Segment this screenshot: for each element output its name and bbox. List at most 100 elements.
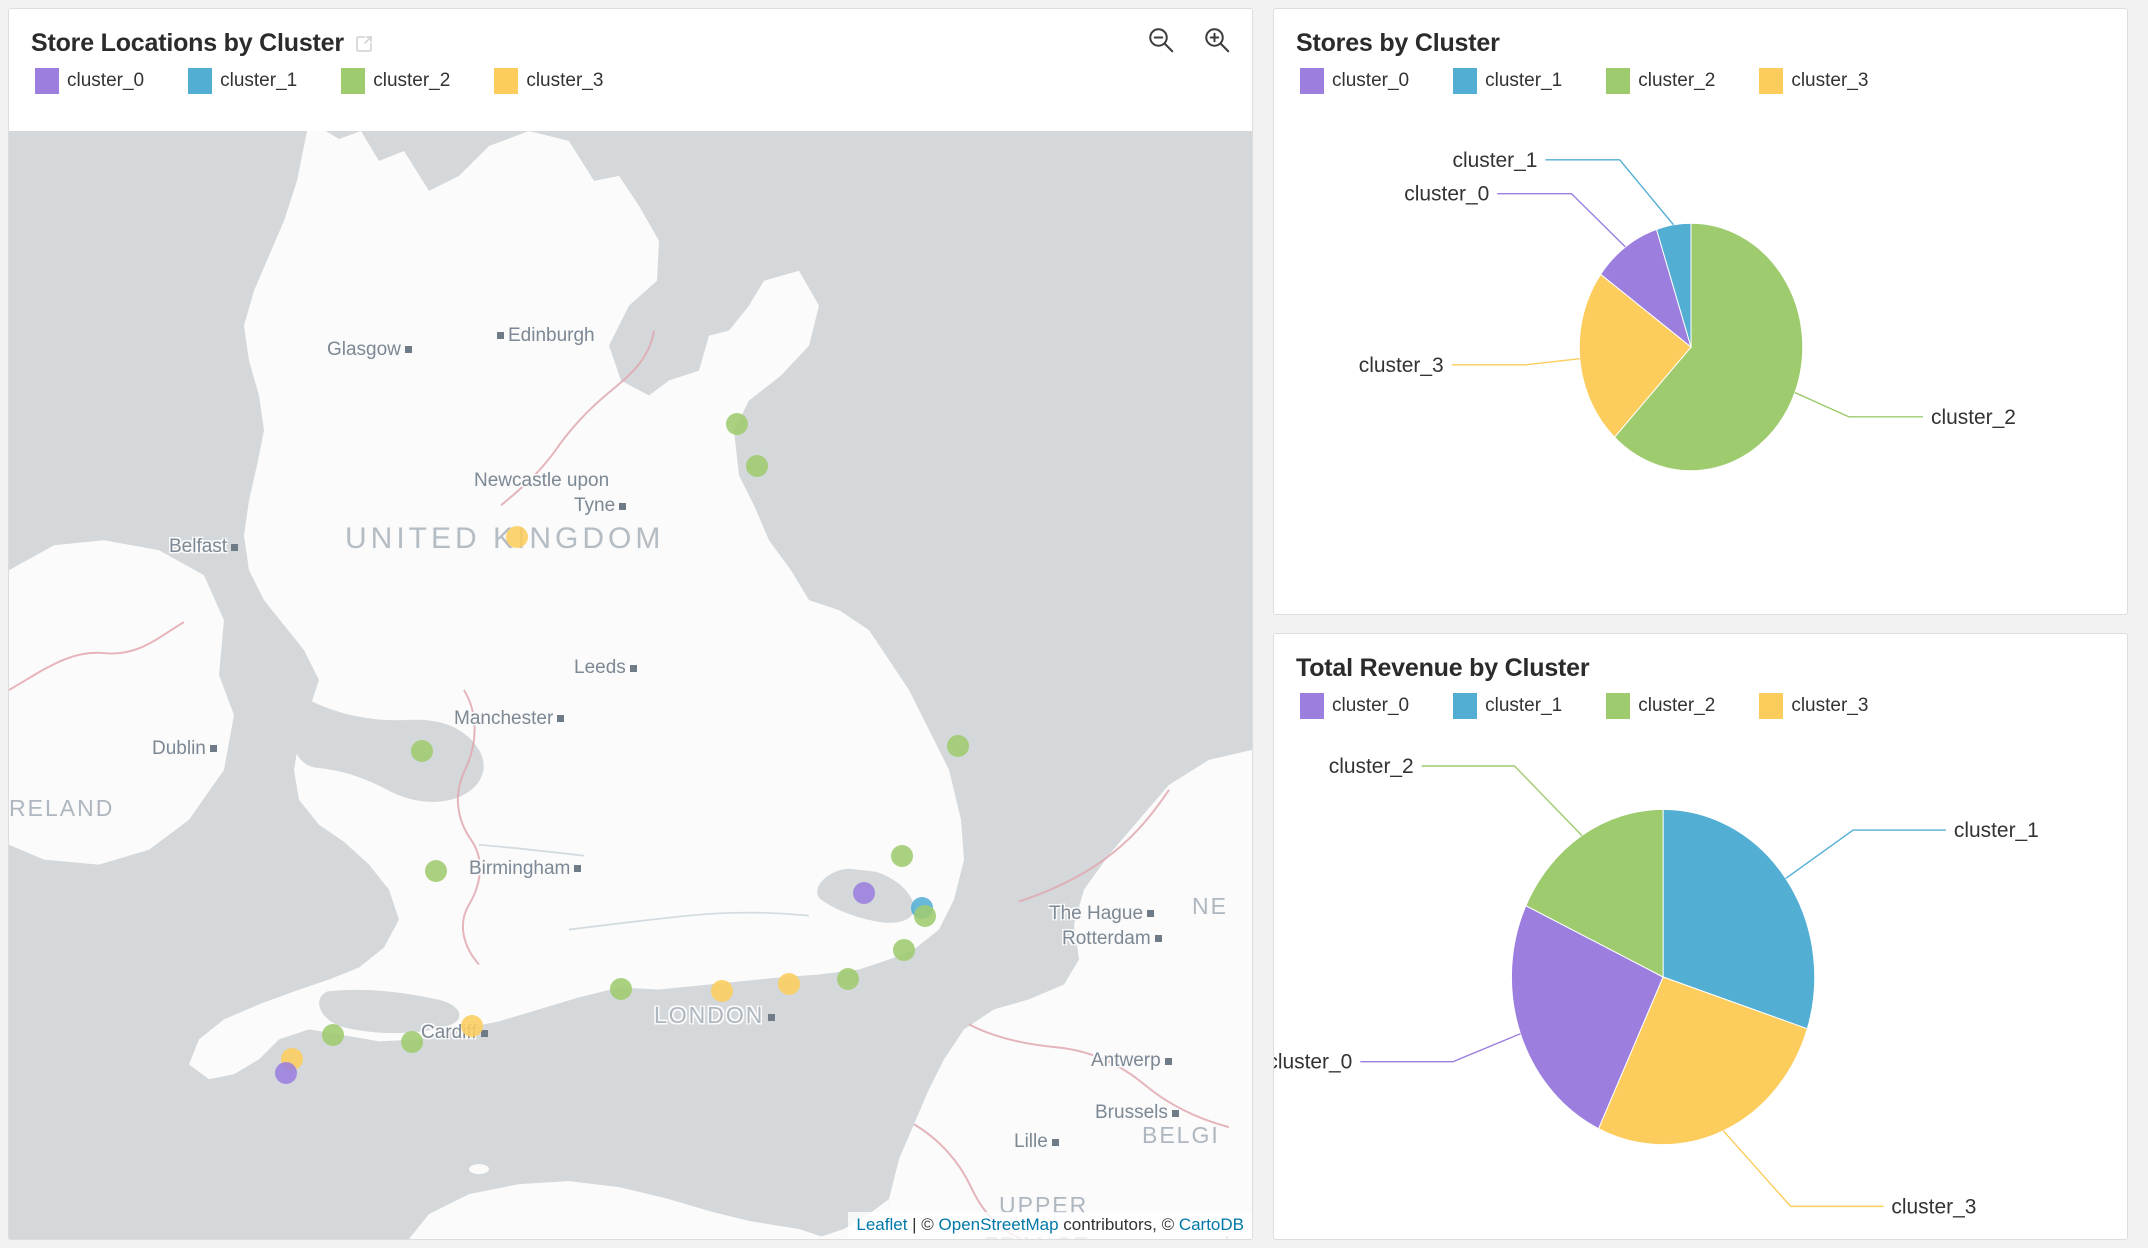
legend-label: cluster_2 bbox=[1638, 695, 1716, 716]
pie-slice-label-cluster_3: cluster_3 bbox=[1891, 1195, 1976, 1218]
stores-pie-chart[interactable]: cluster_2 cluster_3 cluster_0 cluster_1 bbox=[1274, 94, 2127, 614]
map-legend: cluster_0 cluster_1 cluster_2 cluster_3 bbox=[9, 58, 1252, 94]
zoom-out-icon[interactable] bbox=[1146, 25, 1176, 55]
store-marker-cluster_2[interactable] bbox=[746, 455, 768, 478]
legend-swatch-cluster_3 bbox=[1759, 68, 1784, 94]
store-marker-cluster_2[interactable] bbox=[726, 413, 748, 436]
legend-swatch-cluster_0 bbox=[1300, 68, 1324, 94]
revenue-pie-chart[interactable]: cluster_1 cluster_3 cluster_0 cluster_2 bbox=[1274, 719, 2127, 1239]
legend-label: cluster_3 bbox=[526, 70, 604, 91]
stores-panel-title: Stores by Cluster bbox=[1296, 29, 1500, 57]
pie-slice-label-cluster_2: cluster_2 bbox=[1329, 755, 1414, 778]
pie-slice-label-cluster_1: cluster_1 bbox=[1452, 149, 1537, 172]
store-locations-map-panel: Store Locations by Cluster cluster_0 clu… bbox=[8, 8, 1253, 1240]
legend-label: cluster_1 bbox=[1485, 70, 1563, 91]
pie-leader-line-cluster_2 bbox=[1794, 391, 1924, 418]
store-marker-cluster_2[interactable] bbox=[322, 1024, 344, 1047]
pie-leader-line-cluster_3 bbox=[1451, 357, 1580, 366]
pie-slice-label-cluster_1: cluster_1 bbox=[1954, 819, 2039, 842]
stores-panel-header: Stores by Cluster cluster_0 cluster_1 clus… bbox=[1274, 9, 2127, 94]
store-marker-cluster_3[interactable] bbox=[711, 980, 733, 1003]
map-legend-item-cluster_0[interactable]: cluster_0 bbox=[35, 68, 144, 94]
store-marker-cluster_2[interactable] bbox=[837, 968, 859, 991]
openstreetmap-link[interactable]: OpenStreetMap bbox=[939, 1215, 1059, 1234]
store-marker-cluster_3[interactable] bbox=[461, 1015, 483, 1038]
copyright-1: © bbox=[921, 1215, 939, 1234]
store-marker-cluster_2[interactable] bbox=[947, 734, 969, 757]
copyright-2: © bbox=[1161, 1215, 1179, 1234]
pie-leader-line-cluster_2 bbox=[1421, 765, 1583, 836]
legend-swatch-cluster_0 bbox=[1300, 693, 1324, 719]
store-marker-cluster_2[interactable] bbox=[401, 1031, 423, 1054]
store-marker-cluster_2[interactable] bbox=[891, 844, 913, 867]
store-marker-cluster_0[interactable] bbox=[853, 881, 875, 904]
charts-column: Stores by Cluster cluster_0 cluster_1 clus… bbox=[1273, 8, 2128, 1240]
legend-label: cluster_2 bbox=[1638, 70, 1716, 91]
store-marker-cluster_3[interactable] bbox=[506, 526, 528, 549]
map-legend-item-cluster_3[interactable]: cluster_3 bbox=[494, 68, 603, 94]
store-marker-cluster_0[interactable] bbox=[274, 1062, 297, 1085]
external-link-icon[interactable] bbox=[354, 34, 374, 54]
stores-legend-item-cluster_0[interactable]: cluster_0 bbox=[1300, 68, 1409, 94]
pie-leader-line-cluster_1 bbox=[1785, 829, 1946, 880]
pie-slice-label-cluster_2: cluster_2 bbox=[1931, 406, 2016, 429]
revenue-legend-item-cluster_0[interactable]: cluster_0 bbox=[1300, 693, 1409, 719]
stores-legend-item-cluster_3[interactable]: cluster_3 bbox=[1759, 68, 1868, 94]
legend-label: cluster_0 bbox=[67, 70, 145, 91]
pie-leader-line-cluster_0 bbox=[1497, 192, 1626, 248]
leaflet-link[interactable]: Leaflet bbox=[856, 1215, 907, 1234]
legend-swatch-cluster_2 bbox=[1606, 68, 1631, 94]
legend-label: cluster_3 bbox=[1791, 70, 1869, 91]
legend-swatch-cluster_3 bbox=[1759, 693, 1784, 719]
map-attribution: Leaflet | © OpenStreetMap contributors, … bbox=[848, 1212, 1252, 1239]
page-title: Store Locations by Cluster bbox=[31, 29, 344, 57]
attribution-separator: | bbox=[907, 1215, 922, 1234]
stores-legend-item-cluster_1[interactable]: cluster_1 bbox=[1453, 68, 1562, 94]
dashboard-root: Store Locations by Cluster cluster_0 clu… bbox=[0, 0, 2148, 1248]
legend-swatch-cluster_2 bbox=[1606, 693, 1631, 719]
legend-swatch-cluster_0 bbox=[35, 68, 59, 94]
map-canvas[interactable]: Glasgow Edinburgh Newcastle upon Tyne Belfas… bbox=[9, 131, 1252, 1239]
map-panel-header: Store Locations by Cluster cluster_0 clu… bbox=[9, 9, 1252, 131]
revenue-legend-item-cluster_2[interactable]: cluster_2 bbox=[1606, 693, 1715, 719]
map-title-row: Store Locations by Cluster bbox=[9, 9, 1252, 58]
legend-swatch-cluster_2 bbox=[341, 68, 366, 94]
pie-slice-label-cluster_0: cluster_0 bbox=[1404, 183, 1489, 206]
store-marker-cluster_2[interactable] bbox=[411, 739, 433, 762]
revenue-pie-area[interactable]: cluster_1 cluster_3 cluster_0 cluster_2 bbox=[1274, 719, 2127, 1239]
map-legend-item-cluster_1[interactable]: cluster_1 bbox=[188, 68, 297, 94]
total-revenue-by-cluster-panel: Total Revenue by Cluster cluster_0 cluste… bbox=[1273, 633, 2128, 1240]
stores-chart-legend: cluster_0 cluster_1 cluster_2 cluster_3 bbox=[1296, 58, 2127, 94]
store-marker-cluster_2[interactable] bbox=[610, 978, 632, 1001]
revenue-legend-item-cluster_1[interactable]: cluster_1 bbox=[1453, 693, 1562, 719]
store-marker-cluster_2[interactable] bbox=[914, 904, 936, 927]
legend-swatch-cluster_3 bbox=[494, 68, 519, 94]
store-marker-cluster_2[interactable] bbox=[425, 859, 447, 882]
legend-label: cluster_2 bbox=[373, 70, 451, 91]
store-marker-cluster_2[interactable] bbox=[893, 938, 915, 961]
pie-slice-label-cluster_0: cluster_0 bbox=[1274, 1051, 1352, 1074]
pie-slice-label-cluster_3: cluster_3 bbox=[1359, 354, 1444, 377]
legend-label: cluster_1 bbox=[1485, 695, 1563, 716]
legend-label: cluster_0 bbox=[1332, 695, 1410, 716]
map-legend-item-cluster_2[interactable]: cluster_2 bbox=[341, 68, 450, 94]
legend-swatch-cluster_1 bbox=[1453, 68, 1478, 94]
legend-label: cluster_3 bbox=[1791, 695, 1869, 716]
contributors-text: contributors, bbox=[1058, 1215, 1162, 1234]
map-zoom-controls bbox=[1146, 25, 1232, 55]
zoom-in-icon[interactable] bbox=[1202, 25, 1232, 55]
legend-swatch-cluster_1 bbox=[188, 68, 213, 94]
cartodb-link[interactable]: CartoDB bbox=[1179, 1215, 1244, 1234]
legend-label: cluster_1 bbox=[220, 70, 298, 91]
stores-pie-area[interactable]: cluster_2 cluster_3 cluster_0 cluster_1 bbox=[1274, 94, 2127, 614]
pie-leader-line-cluster_1 bbox=[1545, 159, 1675, 226]
stores-by-cluster-panel: Stores by Cluster cluster_0 cluster_1 clus… bbox=[1273, 8, 2128, 615]
revenue-legend-item-cluster_3[interactable]: cluster_3 bbox=[1759, 693, 1868, 719]
legend-label: cluster_0 bbox=[1332, 70, 1410, 91]
stores-legend-item-cluster_2[interactable]: cluster_2 bbox=[1606, 68, 1715, 94]
pie-leader-line-cluster_0 bbox=[1360, 1033, 1521, 1063]
revenue-panel-header: Total Revenue by Cluster cluster_0 cluste… bbox=[1274, 634, 2127, 719]
revenue-panel-title: Total Revenue by Cluster bbox=[1296, 654, 1590, 682]
map-basemap bbox=[9, 131, 1252, 1239]
store-marker-cluster_3[interactable] bbox=[778, 973, 800, 996]
